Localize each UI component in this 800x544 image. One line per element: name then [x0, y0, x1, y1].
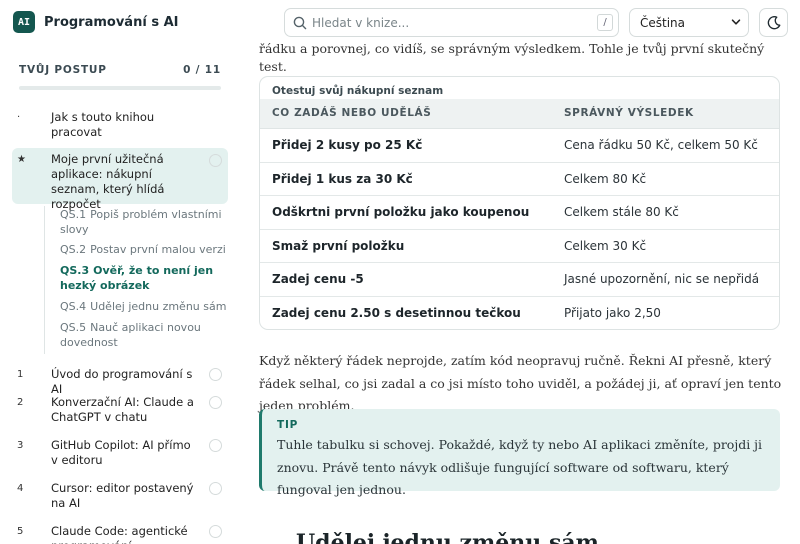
- progress-label: TVŮJ POSTUP: [19, 64, 107, 76]
- sidebar-item-quickstart[interactable]: ★ Moje první užitečná aplikace: nákupní …: [12, 148, 228, 211]
- table-cell-result: Přijato jako 2,50: [564, 305, 661, 320]
- table-cell-result: Celkem 80 Kč: [564, 171, 647, 186]
- tip-title: TIP: [277, 419, 299, 431]
- table-cell-action: Smaž první položku: [272, 238, 405, 253]
- search-input[interactable]: [312, 13, 582, 33]
- chevron-down-icon: [731, 19, 741, 25]
- sidebar-item-marker: ★: [17, 154, 26, 165]
- completion-circle-icon[interactable]: [209, 368, 222, 381]
- subsection-item-qs2[interactable]: QS.2 Postav první malou verzi: [60, 243, 228, 258]
- search-icon: [293, 16, 307, 30]
- table-cell-action: Přidej 2 kusy po 25 Kč: [272, 138, 423, 152]
- subsection-id: QS.2: [60, 243, 87, 256]
- subsection-label: Udělej jednu změnu sám: [90, 300, 227, 313]
- table-cell-action: Zadej cenu -5: [272, 272, 364, 286]
- table-row: Zadej cenu 2.50 s desetinnou tečkou Přij…: [260, 297, 779, 330]
- brand[interactable]: AI Programování s AI: [13, 11, 178, 33]
- table-row: Smaž první položku Celkem 30 Kč: [260, 230, 779, 263]
- completion-circle-icon[interactable]: [209, 525, 222, 538]
- search-box[interactable]: /: [284, 8, 619, 37]
- table-header: CO ZADÁŠ NEBO UDĚLÁŠ SPRÁVNÝ VÝSLEDEK: [260, 99, 779, 129]
- table-header-cell: CO ZADÁŠ NEBO UDĚLÁŠ: [272, 107, 432, 119]
- sidebar-item-chapter-1[interactable]: 1 Úvod do programování s AI: [12, 367, 228, 397]
- sidebar-item-chapter-4[interactable]: 4 Cursor: editor postavený na AI: [12, 481, 228, 511]
- theme-toggle-button[interactable]: [759, 8, 788, 37]
- search-shortcut-key: /: [597, 14, 613, 31]
- table-cell-action: Zadej cenu 2.50 s desetinnou tečkou: [272, 305, 521, 320]
- app-logo: AI: [13, 11, 35, 33]
- sidebar-item-number: 5: [17, 526, 24, 537]
- completion-circle-icon[interactable]: [209, 396, 222, 409]
- tip-callout: TIP Tuhle tabulku si schovej. Pokaždé, k…: [259, 409, 780, 497]
- sidebar-item-label: Jak s touto knihou pracovat: [51, 110, 155, 139]
- sidebar-item-label: Úvod do programování s AI: [51, 367, 193, 396]
- progress-count: 0 / 11: [183, 64, 221, 76]
- table-cell-action: Přidej 1 kus za 30 Kč: [272, 171, 413, 186]
- lead-text: řádku a porovnej, co vidíš, se správným …: [259, 41, 765, 74]
- sidebar-item-label: Konverzační AI: Claude a ChatGPT v chatu: [51, 395, 194, 424]
- sidebar-item-chapter-3[interactable]: 3 GitHub Copilot: AI přímo v editoru: [12, 438, 228, 468]
- sidebar-subsection-list: QS.1 Popiš problém vlastními slovy QS.2 Po…: [44, 206, 226, 354]
- moon-icon: [767, 15, 780, 29]
- sidebar-item-intro[interactable]: · Jak s touto knihou pracovat: [12, 110, 228, 140]
- completion-circle-icon[interactable]: [209, 482, 222, 495]
- table-header-cell: SPRÁVNÝ VÝSLEDEK: [564, 107, 694, 119]
- body-paragraph: Když některý řádek neprojde, zatím kód n…: [259, 353, 782, 413]
- completion-circle-icon[interactable]: [209, 154, 222, 167]
- test-table: Otestuj svůj nákupní seznam CO ZADÁŠ NEB…: [259, 76, 780, 330]
- sidebar-item-label: Cursor: editor postavený na AI: [51, 481, 194, 510]
- sidebar-item-label: GitHub Copilot: AI přímo v editoru: [51, 438, 191, 467]
- table-row: Přidej 2 kusy po 25 Kč Cena řádku 50 Kč,…: [260, 129, 779, 163]
- table-caption: Otestuj svůj nákupní seznam: [272, 85, 444, 97]
- table-row: Přidej 1 kus za 30 Kč Celkem 80 Kč: [260, 163, 779, 196]
- table-cell-result: Cena řádku 50 Kč, celkem 50 Kč: [564, 138, 758, 152]
- subsection-id: QS.5: [60, 321, 87, 334]
- sidebar-item-chapter-5[interactable]: 5 Claude Code: agentické programování: [12, 524, 228, 544]
- table-row: Odškrtni první položku jako koupenou Cel…: [260, 196, 779, 230]
- sidebar-item-label: Moje první užitečná aplikace: nákupní se…: [51, 152, 165, 211]
- sidebar-item-number: 3: [17, 440, 24, 451]
- subsection-item-qs1[interactable]: QS.1 Popiš problém vlastními slovy: [60, 208, 228, 237]
- completion-circle-icon[interactable]: [209, 439, 222, 452]
- subsection-label: Postav první malou verzi: [90, 243, 226, 256]
- subsection-id: QS.4: [60, 300, 87, 313]
- sidebar-item-chapter-2[interactable]: 2 Konverzační AI: Claude a ChatGPT v cha…: [12, 395, 228, 425]
- tip-text: Tuhle tabulku si schovej. Pokaždé, když …: [277, 437, 763, 497]
- language-selected: Čeština: [640, 15, 686, 30]
- progress-header: TVŮJ POSTUP 0 / 11: [19, 64, 221, 76]
- section-heading: Udělej jednu změnu sám: [296, 530, 599, 544]
- table-cell-action: Odškrtni první položku jako koupenou: [272, 205, 530, 219]
- sidebar-item-number: 1: [17, 369, 24, 380]
- table-cell-result: Jasné upozornění, nic se nepřidá: [564, 272, 760, 286]
- language-select[interactable]: Čeština: [629, 8, 749, 37]
- table-row: Zadej cenu -5 Jasné upozornění, nic se n…: [260, 263, 779, 297]
- subsection-item-qs4[interactable]: QS.4 Udělej jednu změnu sám: [60, 300, 228, 315]
- progress-bar: [19, 86, 221, 90]
- subsection-item-qs3[interactable]: QS.3 Ověř, že to není jen hezký obrázek: [60, 264, 228, 293]
- sidebar-item-number: 2: [17, 397, 24, 408]
- sidebar-item-label: Claude Code: agentické programování: [51, 524, 188, 544]
- table-cell-result: Celkem 30 Kč: [564, 238, 647, 253]
- app-title: Programování s AI: [44, 14, 179, 30]
- table-cell-result: Celkem stále 80 Kč: [564, 205, 679, 219]
- subsection-item-qs5[interactable]: QS.5 Nauč aplikaci novou dovednost: [60, 321, 228, 350]
- sidebar-item-number: 4: [17, 483, 24, 494]
- sidebar: AI Programování s AI TVŮJ POSTUP 0 / 11 …: [0, 0, 240, 544]
- sidebar-item-marker: ·: [17, 112, 21, 123]
- subsection-id: QS.3: [60, 264, 90, 277]
- subsection-id: QS.1: [60, 208, 87, 221]
